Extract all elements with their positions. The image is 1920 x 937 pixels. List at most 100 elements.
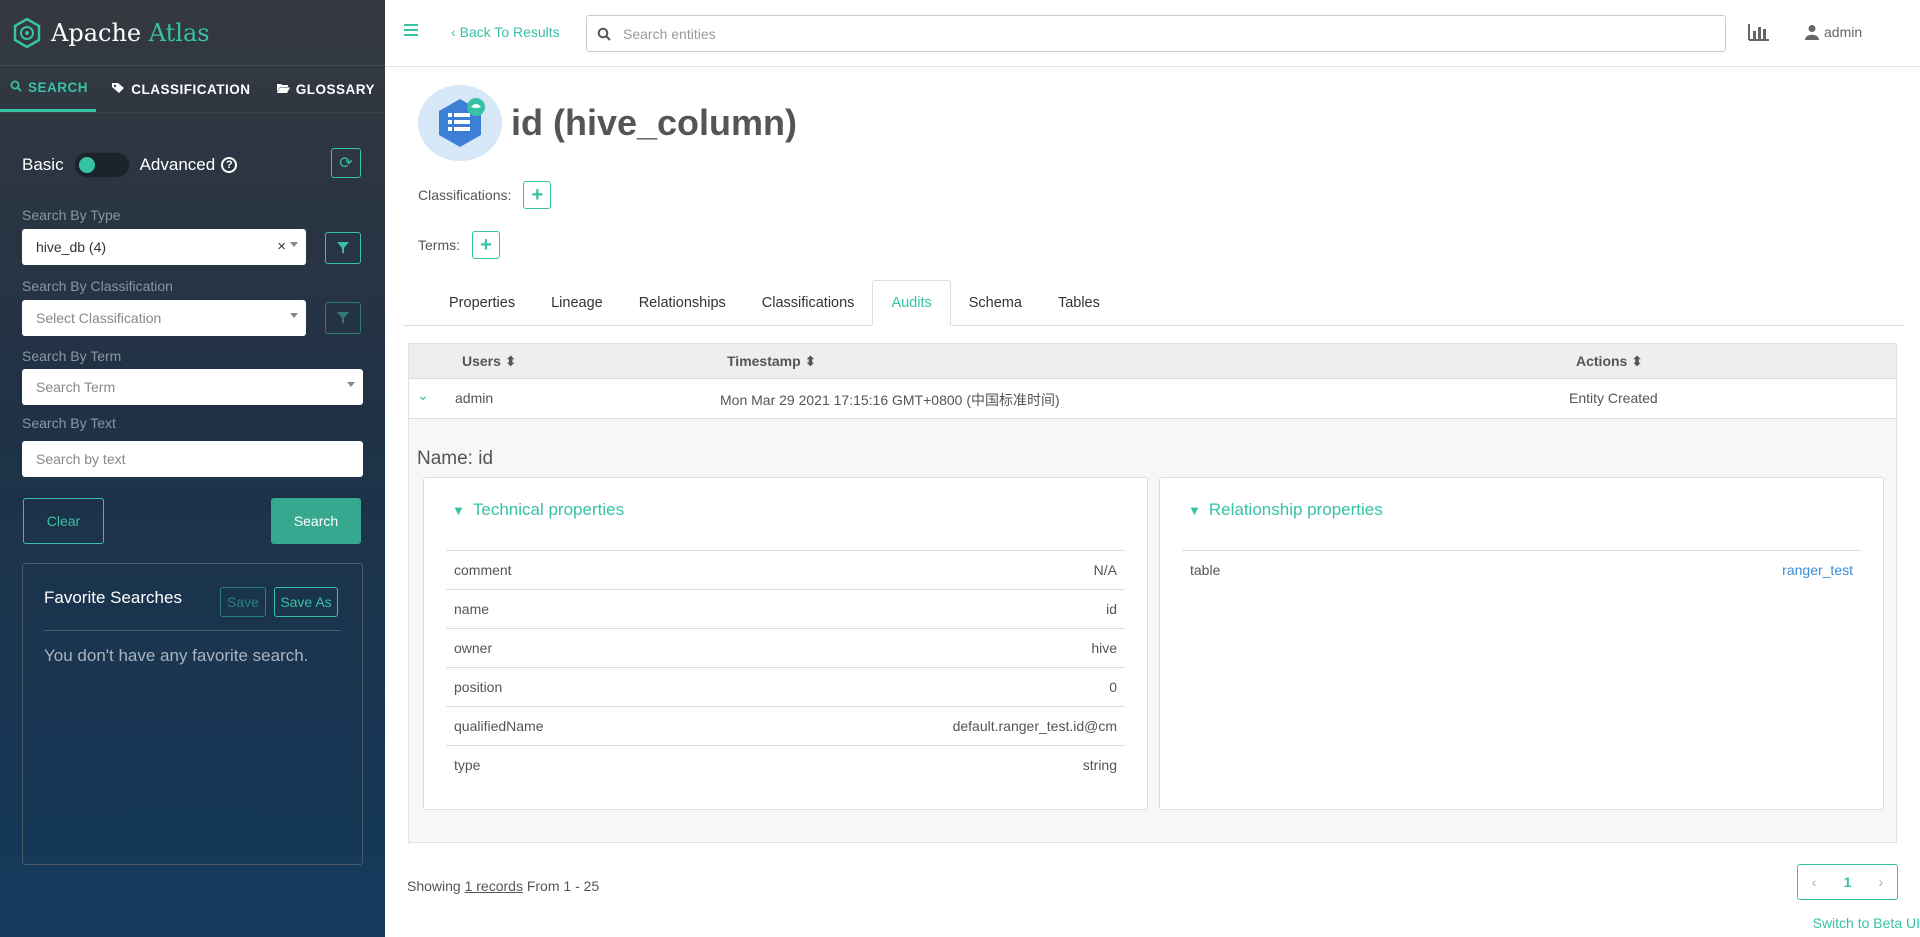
property-row: owner hive [446, 628, 1125, 667]
tab-glossary-label: GLOSSARY [295, 81, 375, 97]
entity-header: id (hive_column) [418, 85, 797, 161]
property-key: table [1190, 562, 1221, 578]
folder-open-icon [276, 82, 290, 97]
clear-button[interactable]: Clear [23, 498, 104, 544]
brand-name: Apache Atlas [51, 19, 210, 47]
refresh-button[interactable]: ⟳ [331, 148, 361, 178]
user-menu[interactable]: admin [1805, 24, 1862, 40]
property-key: owner [454, 640, 493, 656]
type-select-value: hive_db (4) [36, 239, 107, 255]
basic-label: Basic [22, 155, 64, 174]
divider [44, 630, 341, 631]
user-name: admin [1824, 24, 1863, 40]
property-key: comment [454, 562, 512, 578]
tab-audits[interactable]: Audits [872, 280, 951, 326]
refresh-icon: ⟳ [339, 155, 353, 172]
user-icon [1805, 25, 1819, 40]
sidebar-tabs: SEARCH CLASSIFICATION GLOSSARY [0, 66, 385, 113]
table-row[interactable]: ⌄ admin Mon Mar 29 2021 17:15:16 GMT+080… [409, 379, 1896, 419]
filter-icon [337, 242, 349, 254]
tag-icon [111, 82, 125, 97]
technical-properties-table: comment N/A name id owner hive position 0 qu… [446, 550, 1125, 784]
entity-search-input[interactable]: Search entities [586, 15, 1726, 52]
menu-icon[interactable] [404, 24, 418, 39]
entity-type-icon [418, 85, 502, 161]
tab-classification-label: CLASSIFICATION [131, 81, 251, 97]
chevron-right-icon[interactable]: › [1879, 874, 1884, 890]
chevron-left-icon[interactable]: ‹ [1812, 874, 1817, 890]
tab-classifications[interactable]: Classifications [744, 280, 873, 326]
favorite-searches-title: Favorite Searches [44, 588, 182, 607]
plus-icon: + [480, 233, 492, 256]
bar-chart-icon[interactable] [1747, 22, 1771, 42]
chevron-down-icon: ▼ [452, 502, 465, 518]
search-mode-switch[interactable] [73, 152, 130, 178]
terms-row: Terms: + [418, 231, 500, 259]
save-as-favorite-button[interactable]: Save As [274, 587, 338, 617]
term-select[interactable]: Search Term [22, 369, 363, 405]
column-users[interactable]: Users ⬍ [462, 353, 517, 370]
type-filter-button[interactable] [325, 232, 361, 264]
question-circle-icon[interactable]: ? [221, 157, 238, 173]
tab-classification[interactable]: CLASSIFICATION [96, 66, 266, 112]
classification-select[interactable]: Select Classification [22, 300, 306, 336]
add-classification-button[interactable]: + [523, 181, 552, 209]
brand-name-part1: Apache [51, 18, 142, 47]
relationship-properties-toggle[interactable]: ▼ Relationship properties [1188, 500, 1383, 520]
brand[interactable]: Apache Atlas [0, 0, 385, 66]
relationship-link[interactable]: ranger_test [1782, 562, 1853, 578]
tab-glossary[interactable]: GLOSSARY [266, 66, 385, 112]
switch-to-beta-link[interactable]: Switch to Beta UI [1813, 915, 1920, 931]
chevron-down-icon[interactable]: ⌄ [417, 387, 429, 404]
entity-title: id (hive_column) [511, 102, 798, 143]
column-actions[interactable]: Actions ⬍ [1576, 353, 1643, 370]
switch-knob [78, 157, 95, 173]
search-mode-toggle-row: Basic Advanced ? [22, 150, 363, 180]
add-term-button[interactable]: + [472, 231, 500, 259]
chevron-down-icon [290, 313, 298, 318]
property-key: position [454, 679, 503, 695]
clear-selection-icon[interactable]: × [277, 238, 286, 255]
brand-name-part2: Atlas [148, 18, 210, 47]
search-text-input[interactable]: Search by text [22, 441, 363, 477]
records-summary: Showing 1 records From 1 - 25 [407, 878, 599, 894]
term-select-placeholder: Search Term [36, 379, 116, 395]
records-link[interactable]: 1 records [465, 878, 523, 894]
technical-properties-card: ▼ Technical properties comment N/A name id… [423, 477, 1148, 810]
tab-search[interactable]: SEARCH [0, 66, 96, 112]
tab-lineage[interactable]: Lineage [533, 280, 621, 326]
chevron-down-icon [347, 382, 355, 387]
back-to-results-link[interactable]: ‹ Back To Results [451, 24, 560, 40]
technical-properties-toggle[interactable]: ▼ Technical properties [452, 500, 624, 520]
column-timestamp[interactable]: Timestamp ⬍ [727, 353, 816, 370]
property-key: qualifiedName [454, 718, 544, 734]
save-favorite-button[interactable]: Save [220, 587, 266, 617]
property-row: qualifiedName default.ranger_test.id@cm [446, 706, 1125, 745]
classifications-row: Classifications: + [418, 181, 552, 209]
search-button[interactable]: Search [271, 498, 361, 544]
search-by-term-label: Search By Term [22, 348, 122, 364]
search-by-text-label: Search By Text [22, 415, 116, 431]
page-number[interactable]: 1 [1844, 874, 1852, 890]
sort-icon: ⬍ [804, 353, 817, 369]
tab-relationships[interactable]: Relationships [621, 280, 744, 326]
tab-properties[interactable]: Properties [431, 280, 533, 326]
chevron-down-icon: ▼ [1188, 502, 1201, 518]
favorite-searches-panel: Favorite Searches Save Save As You don't… [22, 563, 363, 865]
search-icon [10, 80, 22, 95]
tab-schema[interactable]: Schema [951, 280, 1040, 326]
column-users-label: Users [462, 353, 501, 369]
type-select[interactable]: hive_db (4) × [22, 229, 306, 265]
tab-tables[interactable]: Tables [1040, 280, 1118, 326]
classification-filter-button[interactable] [325, 302, 361, 334]
search-text-placeholder: Search by text [36, 451, 126, 467]
entity-tabs: Properties Lineage Relationships Classif… [403, 280, 1904, 326]
search-icon [597, 27, 611, 41]
property-value: id [1106, 601, 1117, 617]
relationship-properties-table: table ranger_test [1182, 550, 1861, 589]
pagination: ‹ 1 › [1797, 864, 1898, 900]
chevron-down-icon [290, 242, 298, 247]
property-value: 0 [1109, 679, 1117, 695]
atlas-logo-icon [13, 17, 41, 48]
plus-icon: + [531, 183, 544, 206]
